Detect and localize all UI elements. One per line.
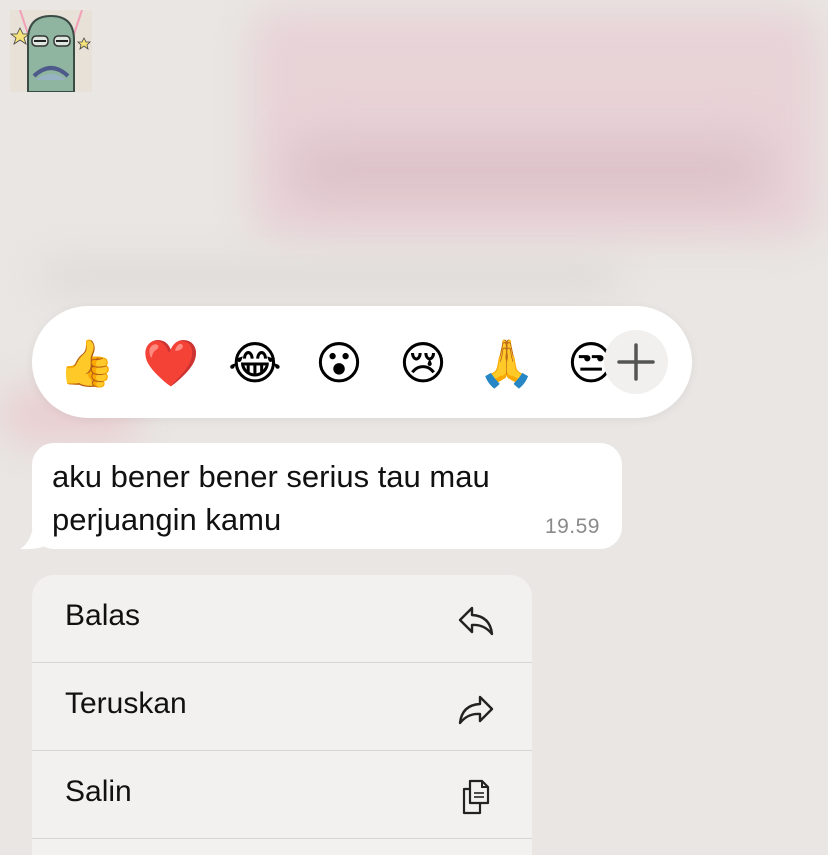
message-bubble[interactable]: aku bener bener serius tau mau perjuangi… (32, 443, 622, 549)
menu-item-label: Balas (65, 599, 141, 632)
menu-item-label: Teruskan (65, 687, 187, 720)
copy-icon (462, 779, 490, 815)
plus-icon (617, 343, 655, 381)
menu-item-forward[interactable]: Teruskan (32, 663, 532, 751)
menu-item-copy[interactable]: Salin (32, 751, 532, 839)
tears-of-joy-reaction[interactable]: 😂 (226, 334, 284, 392)
more-reactions-button[interactable] (604, 330, 668, 394)
menu-item-label: Salin (65, 775, 132, 808)
surprised-face-reaction[interactable]: 😮 (310, 334, 368, 392)
reply-icon (458, 606, 494, 636)
blurred-background-message (250, 10, 820, 240)
blurred-background-block (290, 140, 770, 200)
sticker-thumbnail[interactable] (10, 10, 92, 92)
thumbs-up-reaction[interactable]: 👍 (58, 334, 116, 392)
message-text: aku bener bener serius tau mau perjuangi… (52, 459, 490, 537)
forward-icon (458, 695, 494, 725)
blurred-background-strip (40, 262, 620, 292)
sticker-face-icon (10, 10, 92, 92)
context-menu: Balas Teruskan Salin (32, 575, 532, 855)
red-heart-reaction[interactable]: ❤️ (142, 334, 200, 392)
crying-face-reaction[interactable]: 😢 (394, 334, 452, 392)
menu-item-reply[interactable]: Balas (32, 575, 532, 663)
reaction-bar: 👍 ❤️ 😂 😮 😢 🙏 😒 (32, 306, 692, 418)
folded-hands-reaction[interactable]: 🙏 (478, 334, 536, 392)
message-timestamp: 19.59 (544, 515, 600, 538)
